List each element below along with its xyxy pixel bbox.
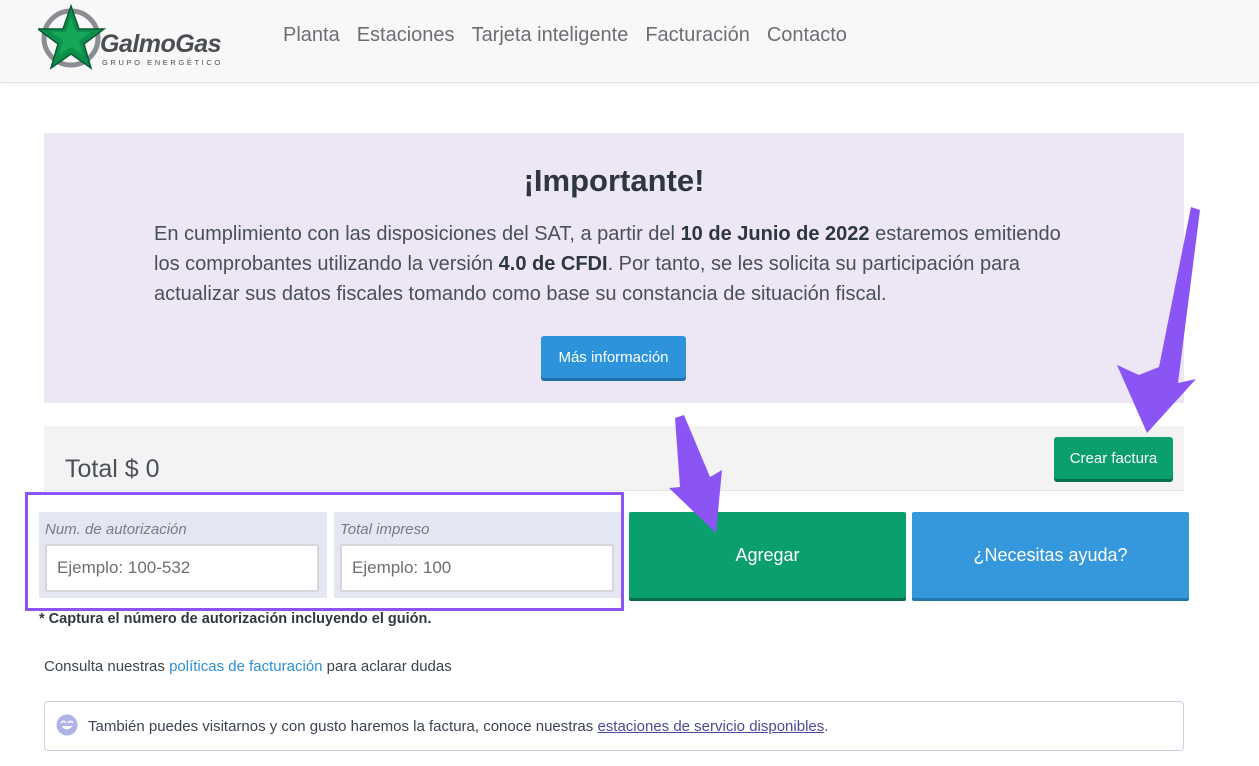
auth-number-note: * Captura el número de autorización incl… xyxy=(39,611,432,627)
policies-link[interactable]: políticas de facturación xyxy=(169,658,322,675)
nav-item-tarjeta-inteligente[interactable]: Tarjeta inteligente xyxy=(472,24,629,47)
top-navbar: GalmoGas GRUPO ENERGÉTICO Planta Estacio… xyxy=(0,0,1259,83)
nav-item-contacto[interactable]: Contacto xyxy=(767,24,847,47)
invoice-total-bar: Total $ 0 Crear factura xyxy=(44,426,1184,491)
visit-alert: También puedes visitarnos y con gusto ha… xyxy=(44,701,1184,751)
annotation-arrow-icon xyxy=(1117,207,1200,433)
notice-text: En cumplimiento con las disposiciones de… xyxy=(154,219,1084,309)
visit-text-part: También puedes visitarnos y con gusto ha… xyxy=(88,718,598,735)
highlight-annotation-box xyxy=(25,492,624,611)
annotation-arrow-icon xyxy=(669,415,722,533)
stations-link[interactable]: estaciones de servicio disponibles xyxy=(597,718,824,735)
notice-title: ¡Importante! xyxy=(523,163,705,198)
main-nav: Planta Estaciones Tarjeta inteligente Fa… xyxy=(283,24,864,47)
brand-name: GalmoGas xyxy=(100,30,222,58)
visit-text-end: . xyxy=(824,718,829,735)
notice-version: 4.0 de CFDI xyxy=(498,253,608,275)
galmogas-logo[interactable]: GalmoGas GRUPO ENERGÉTICO xyxy=(38,4,238,70)
notice-date: 10 de Junio de 2022 xyxy=(680,223,870,245)
policies-text: Consulta nuestras políticas de facturaci… xyxy=(44,658,452,675)
policies-prefix: Consulta nuestras xyxy=(44,658,170,675)
brand-tagline: GRUPO ENERGÉTICO xyxy=(102,58,223,67)
invoice-total: Total $ 0 xyxy=(65,455,160,483)
help-button[interactable]: ¿Necesitas ayuda? xyxy=(912,512,1189,598)
important-notice: ¡Importante! En cumplimiento con las dis… xyxy=(44,133,1184,403)
star-logo-icon xyxy=(38,4,107,70)
notice-text-part: En cumplimiento con las disposiciones de… xyxy=(154,223,681,245)
smile-icon xyxy=(56,714,78,736)
more-info-button[interactable]: Más información xyxy=(541,336,686,378)
nav-item-estaciones[interactable]: Estaciones xyxy=(357,24,455,47)
nav-item-facturacion[interactable]: Facturación xyxy=(645,24,750,47)
create-invoice-button[interactable]: Crear factura xyxy=(1054,437,1173,479)
visit-text: También puedes visitarnos y con gusto ha… xyxy=(88,718,828,735)
policies-suffix: para aclarar dudas xyxy=(322,658,452,675)
nav-item-planta[interactable]: Planta xyxy=(283,24,340,47)
